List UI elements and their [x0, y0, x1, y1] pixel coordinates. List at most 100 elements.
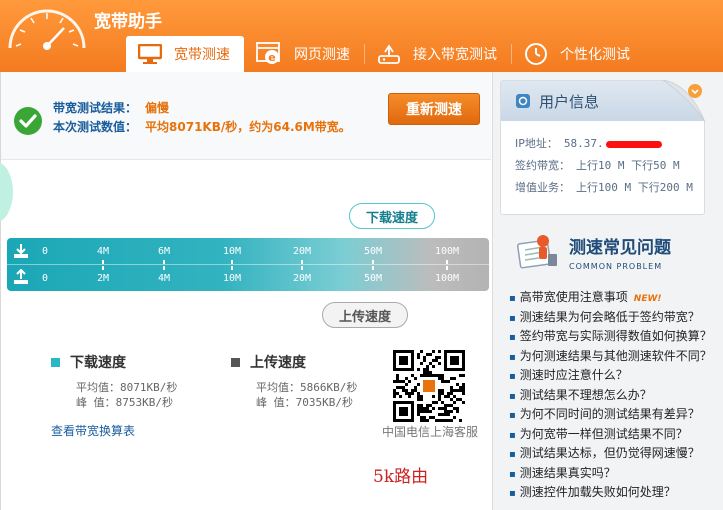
scale-tick-label: 4M	[157, 273, 171, 284]
bullet-icon: ▪	[509, 390, 516, 402]
speedometer-icon	[8, 9, 86, 50]
tab-label: 个性化测试	[560, 47, 630, 63]
watermark: 5k路由	[373, 467, 429, 487]
faq-item[interactable]: ▪ 高带宽使用注意事项 NEW!	[509, 288, 712, 308]
contract-label: 签约带宽：	[515, 159, 570, 172]
download-speed-pill: 下载速度	[349, 203, 435, 229]
scale-tick-mark	[163, 260, 165, 264]
tab-label: 宽带测速	[174, 47, 230, 63]
faq-item-text: 测速控件加载失败如何处理？	[519, 485, 676, 499]
result-row: 带宽测试结果： 偏慢	[53, 99, 169, 116]
faq-item-text: 高带宽使用注意事项	[519, 290, 628, 304]
faq-item[interactable]: ▪ 测试结果达标，但仍觉得网速慢？	[509, 444, 712, 464]
bullet-icon: ▪	[509, 488, 516, 499]
faq-item[interactable]: ▪ 测试结果不理想怎么办？	[509, 386, 712, 406]
result-value: 偏慢	[145, 101, 170, 115]
tab-personalized-test[interactable]: 个性化测试	[512, 36, 644, 72]
scale-tick-label: 50M	[363, 246, 383, 257]
upload-icon	[14, 269, 28, 284]
download-peak: 峰 值：8753KB/秒	[76, 396, 173, 409]
download-stats: 下载速度 平均值：8071KB/秒 峰 值：8753KB/秒	[51, 352, 177, 410]
faq-item[interactable]: ▪ 测速控件加载失败如何处理？	[509, 483, 712, 503]
measurement-row: 本次测试数值： 平均8071KB/秒，约为64.6M带宽。	[53, 118, 351, 135]
title-bar: 宽带助手 宽带测速 e 网页测速 接入带宽测试 个性化测试	[0, 0, 723, 72]
addon-service-row: 增值业务： 上行100 M 下行200 M	[515, 177, 704, 199]
scale-tick-label: 2M	[96, 273, 110, 284]
scale-tick-mark	[163, 266, 165, 270]
faq-item[interactable]: ▪ 测速时应注意什么？	[509, 366, 712, 386]
tab-label: 接入带宽测试	[413, 47, 497, 63]
tab-web-speed-test[interactable]: e 网页测速	[244, 36, 364, 72]
faq-item[interactable]: ▪ 为何测速结果与其他测速软件不同？	[509, 347, 712, 367]
scale-tick-label: 6M	[157, 246, 171, 257]
right-sidebar: 用户信息 IP地址： 58.37. 签约带宽： 上行10 M 下行50 M 增值业务…	[492, 72, 723, 510]
faq-title: 测速常见问题	[569, 238, 671, 258]
browser-icon: e	[256, 42, 282, 66]
bullet-icon: ▪	[509, 332, 516, 343]
retest-button[interactable]: 重新测速	[388, 93, 480, 125]
scale-tick-mark	[372, 260, 374, 264]
upload-peak: 峰 值：7035KB/秒	[256, 396, 353, 409]
scale-tick-mark	[231, 266, 233, 270]
upload-speed-pill: 上传速度	[322, 302, 408, 328]
faq-item-text: 测试结果达标，但仍觉得网速慢？	[519, 446, 700, 460]
scale-tick-mark	[102, 260, 104, 264]
tab-bar: 宽带测速 e 网页测速 接入带宽测试 个性化测试	[126, 36, 644, 72]
faq-item-text: 测试结果不理想怎么办？	[519, 387, 652, 402]
ip-label: IP地址：	[515, 137, 558, 150]
contract-bandwidth-row: 签约带宽： 上行10 M 下行50 M	[515, 155, 704, 177]
decorative-blob	[0, 162, 13, 222]
scale-tick-label: 20M	[292, 273, 312, 284]
faq-item-text: 测速结果真实吗？	[519, 465, 616, 480]
bullet-icon: ▪	[509, 410, 516, 421]
upload-legend-swatch	[231, 357, 240, 367]
bullet-icon: ▪	[509, 293, 516, 304]
faq-item-text: 为何宽带一样但测试结果不同？	[519, 426, 688, 441]
faq-item-text: 签约带宽与实际测得数值如何换算？	[519, 329, 712, 343]
scale-tick-label: 20M	[292, 246, 312, 257]
new-badge: NEW!	[633, 294, 662, 304]
download-legend-swatch	[51, 357, 60, 367]
redaction-mark	[605, 140, 662, 148]
scale-tick-label: 4M	[96, 246, 110, 257]
bullet-icon: ▪	[509, 449, 516, 460]
bullet-icon: ▪	[509, 429, 516, 441]
scale-tick-label: 100M	[434, 246, 460, 257]
download-stats-title: 下载速度	[70, 355, 126, 371]
scale-tick-label: 0	[41, 273, 49, 284]
upload-average: 平均值：5866KB/秒	[256, 381, 358, 394]
bandwidth-conversion-link[interactable]: 查看带宽换算表	[51, 422, 135, 439]
faq-item[interactable]: ▪ 为何不同时间的测试结果有差异？	[509, 405, 712, 425]
faq-item-text: 测速时应注意什么？	[519, 368, 628, 382]
user-info-icon	[515, 93, 531, 109]
scale-tick-mark	[372, 266, 374, 270]
scale-tick-mark	[301, 260, 303, 264]
scale-tick-mark	[231, 260, 233, 264]
svg-text:e: e	[268, 51, 275, 64]
scale-tick-mark	[446, 266, 448, 270]
faq-item[interactable]: ▪ 测速结果为何会略低于签约带宽？	[509, 308, 712, 328]
bullet-icon: ▪	[509, 371, 516, 382]
scale-tick-mark	[446, 260, 448, 264]
upload-stats: 上传速度 平均值：5866KB/秒 峰 值：7035KB/秒	[231, 352, 357, 410]
addon-label: 增值业务：	[515, 181, 570, 194]
measurement-value: 平均8071KB/秒，约为64.6M带宽。	[145, 120, 351, 134]
faq-item[interactable]: ▪ 签约带宽与实际测得数值如何换算？	[509, 327, 712, 347]
speed-scale-bar: 0 4M 6M 10M 20M 50M 100M 0 2M 4M 10M 20M 50M 100M	[7, 238, 489, 291]
page-curl-icon[interactable]	[663, 80, 705, 122]
scale-tick-label: 0	[41, 246, 49, 257]
faq-item[interactable]: ▪ 测速结果真实吗？	[509, 464, 712, 484]
faq-item[interactable]: ▪ 为何宽带一样但测试结果不同？	[509, 425, 712, 445]
monitor-icon	[138, 44, 162, 64]
qr-code[interactable]	[393, 350, 465, 422]
scale-tick-label: 10M	[222, 246, 242, 257]
faq-item-text: 为何不同时间的测试结果有差异？	[519, 407, 700, 421]
tab-broadband-speed-test[interactable]: 宽带测速	[126, 36, 244, 72]
contract-value: 上行10 M 下行50 M	[576, 159, 680, 172]
faq-icon	[516, 235, 557, 269]
download-icon	[14, 244, 28, 258]
ip-address-row: IP地址： 58.37.	[515, 133, 704, 155]
bullet-icon: ▪	[509, 312, 516, 324]
tab-access-bandwidth-test[interactable]: 接入带宽测试	[365, 36, 511, 72]
user-info-card: 用户信息 IP地址： 58.37. 签约带宽： 上行10 M 下行50 M 增值业务…	[500, 80, 705, 215]
